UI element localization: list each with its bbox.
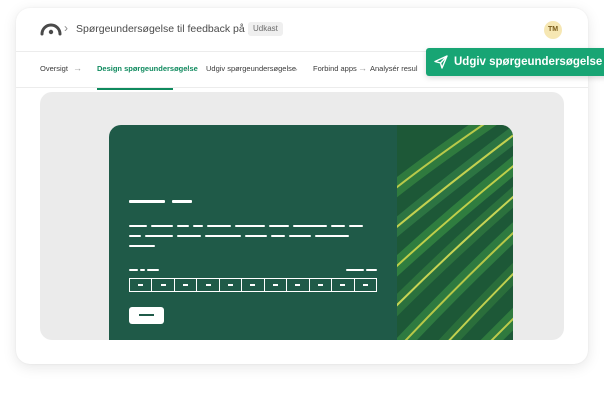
status-badge: Udkast bbox=[248, 22, 283, 36]
stage: › Spørgeundersøgelse til feedback på pro… bbox=[0, 0, 604, 400]
placeholder-text bbox=[145, 235, 173, 237]
rating-option[interactable] bbox=[310, 279, 333, 291]
placeholder-text bbox=[315, 235, 349, 237]
breadcrumb-chevron-icon: › bbox=[64, 21, 68, 35]
rating-option[interactable] bbox=[175, 279, 198, 291]
rating-option[interactable] bbox=[265, 279, 288, 291]
placeholder-text bbox=[207, 225, 231, 227]
arrow-right-icon: → bbox=[73, 63, 82, 73]
placeholder-text bbox=[349, 225, 363, 227]
placeholder-text bbox=[151, 225, 173, 227]
placeholder-text bbox=[271, 235, 285, 237]
placeholder-text bbox=[331, 225, 345, 227]
arrow-right-icon: → bbox=[290, 63, 299, 73]
placeholder-text bbox=[129, 245, 155, 247]
survey-submit-button[interactable] bbox=[129, 307, 164, 324]
placeholder-text bbox=[269, 225, 289, 227]
top-bar: › Spørgeundersøgelse til feedback på pro… bbox=[16, 8, 588, 52]
placeholder-text bbox=[177, 235, 201, 237]
step-publish-survey[interactable]: Udgiv spørgeundersøgelse bbox=[206, 64, 296, 73]
placeholder-heading bbox=[129, 200, 165, 203]
active-step-indicator bbox=[97, 88, 173, 90]
placeholder-text bbox=[129, 225, 147, 227]
scale-label-high bbox=[346, 269, 364, 271]
rating-scale bbox=[129, 278, 377, 292]
placeholder-text bbox=[129, 235, 141, 237]
palm-leaf-image bbox=[397, 125, 513, 340]
placeholder-heading bbox=[172, 200, 192, 203]
rating-option[interactable] bbox=[242, 279, 265, 291]
placeholder-text bbox=[289, 235, 311, 237]
rating-option[interactable] bbox=[130, 279, 153, 291]
rating-option[interactable] bbox=[220, 279, 243, 291]
scale-label-low bbox=[147, 269, 159, 271]
publish-button-label: Udgiv spørgeundersøgelse bbox=[454, 56, 603, 68]
rating-option[interactable] bbox=[332, 279, 355, 291]
placeholder-text bbox=[205, 235, 241, 237]
card-content-panel bbox=[109, 125, 397, 340]
scale-label-low bbox=[129, 269, 138, 271]
placeholder-text bbox=[177, 225, 189, 227]
placeholder-text bbox=[235, 225, 265, 227]
scale-label-high bbox=[366, 269, 377, 271]
step-connect-apps[interactable]: Forbind apps bbox=[313, 64, 357, 73]
rating-option[interactable] bbox=[355, 279, 376, 291]
rating-option[interactable] bbox=[197, 279, 220, 291]
publish-survey-button[interactable]: Udgiv spørgeundersøgelse bbox=[426, 48, 604, 76]
scale-label-low bbox=[140, 269, 145, 271]
rating-option[interactable] bbox=[287, 279, 310, 291]
paper-plane-icon bbox=[434, 55, 448, 69]
arrow-right-icon: → bbox=[358, 63, 367, 73]
survey-preview-card[interactable] bbox=[109, 125, 513, 340]
placeholder-text bbox=[245, 235, 267, 237]
user-avatar[interactable]: TM bbox=[544, 21, 562, 39]
placeholder-text bbox=[193, 225, 203, 227]
card-image-leaves bbox=[397, 125, 513, 340]
step-analyze-results[interactable]: Analysér resul bbox=[370, 64, 418, 73]
step-overview[interactable]: Oversigt bbox=[40, 64, 68, 73]
arrow-right-icon: → bbox=[182, 63, 191, 73]
rating-option[interactable] bbox=[152, 279, 175, 291]
logo-icon[interactable] bbox=[40, 20, 62, 38]
placeholder-text bbox=[293, 225, 327, 227]
survey-canvas bbox=[40, 92, 564, 340]
